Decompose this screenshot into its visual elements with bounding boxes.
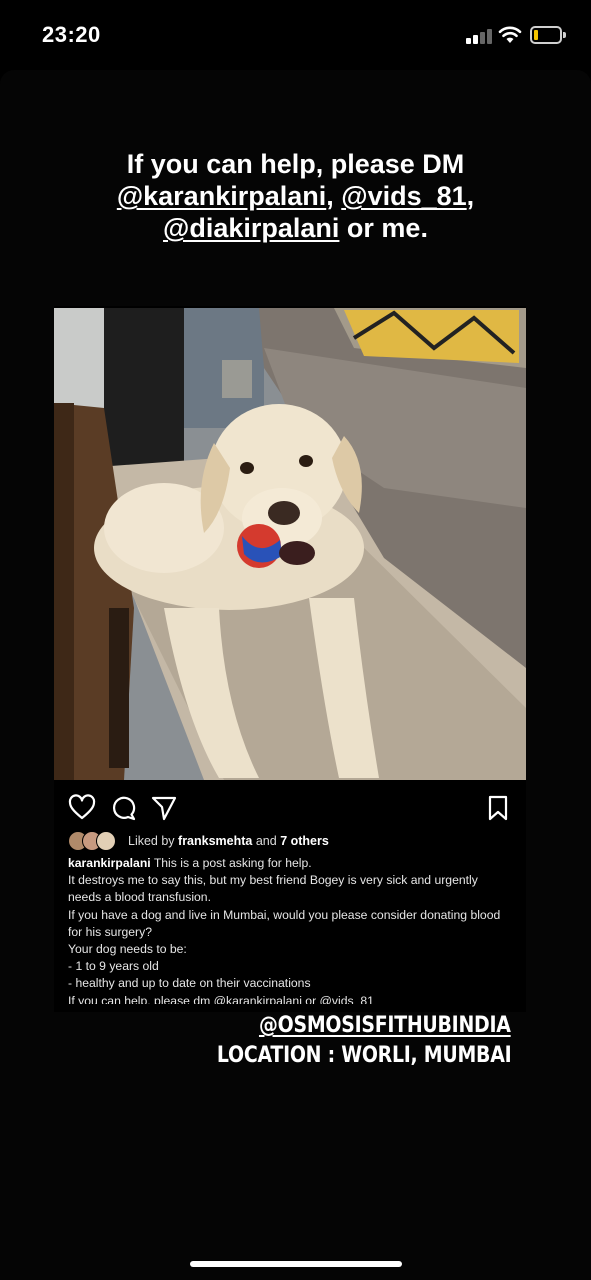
post-caption: karankirpalani This is a post asking for… <box>68 855 520 1010</box>
share-icon[interactable] <box>150 794 178 822</box>
mention-vids-81[interactable]: @vids_81 <box>341 181 466 211</box>
liked-by-text[interactable]: Liked by franksmehta and 7 others <box>128 834 329 848</box>
mention-karankirpalani[interactable]: @karankirpalani <box>117 181 326 211</box>
story-caption-line-2: @karankirpalani, @vids_81, <box>116 181 475 211</box>
post-actions <box>54 788 526 828</box>
post-crop-edge <box>54 1004 526 1012</box>
caption-line: It destroys me to say this, but my best … <box>68 873 478 888</box>
post-author[interactable]: karankirpalani <box>68 856 151 870</box>
heart-icon[interactable] <box>68 794 96 822</box>
comment-icon[interactable] <box>109 794 137 822</box>
avatar <box>96 831 116 851</box>
home-indicator[interactable] <box>190 1261 402 1267</box>
signal-icon <box>466 28 492 44</box>
likes-row: Liked by franksmehta and 7 others <box>68 829 518 853</box>
story-caption-line-3: @diakirpalani or me. <box>163 213 428 243</box>
wifi-icon <box>498 26 522 43</box>
handle-tag[interactable]: @OSMOSISFITHUBINDIA <box>259 1013 511 1038</box>
reposted-post: Liked by franksmehta and 7 others karank… <box>54 306 526 1012</box>
caption-line: for his surgery? <box>68 924 152 939</box>
liked-by-others[interactable]: 7 others <box>280 834 329 848</box>
caption-line: - healthy and up to date on their vaccin… <box>68 976 311 991</box>
story-caption: If you can help, please DM @karankirpala… <box>60 148 531 244</box>
caption-line: If you have a dog and live in Mumbai, wo… <box>68 907 501 922</box>
dog-photo <box>54 308 526 780</box>
caption-line: Your dog needs to be: <box>68 942 187 957</box>
caption-line: - 1 to 9 years old <box>68 959 159 974</box>
mention-diakirpalani[interactable]: @diakirpalani <box>163 213 339 243</box>
caption-line: needs a blood transfusion. <box>68 890 211 905</box>
liked-by-user[interactable]: franksmehta <box>178 834 252 848</box>
status-bar: 23:20 <box>0 0 591 70</box>
battery-icon <box>530 26 566 44</box>
location-text: LOCATION : WORLI, MUMBAI <box>216 1043 512 1068</box>
story-caption-line-1: If you can help, please DM <box>126 149 465 179</box>
status-time: 23:20 <box>42 22 101 47</box>
bookmark-icon[interactable] <box>484 794 512 822</box>
